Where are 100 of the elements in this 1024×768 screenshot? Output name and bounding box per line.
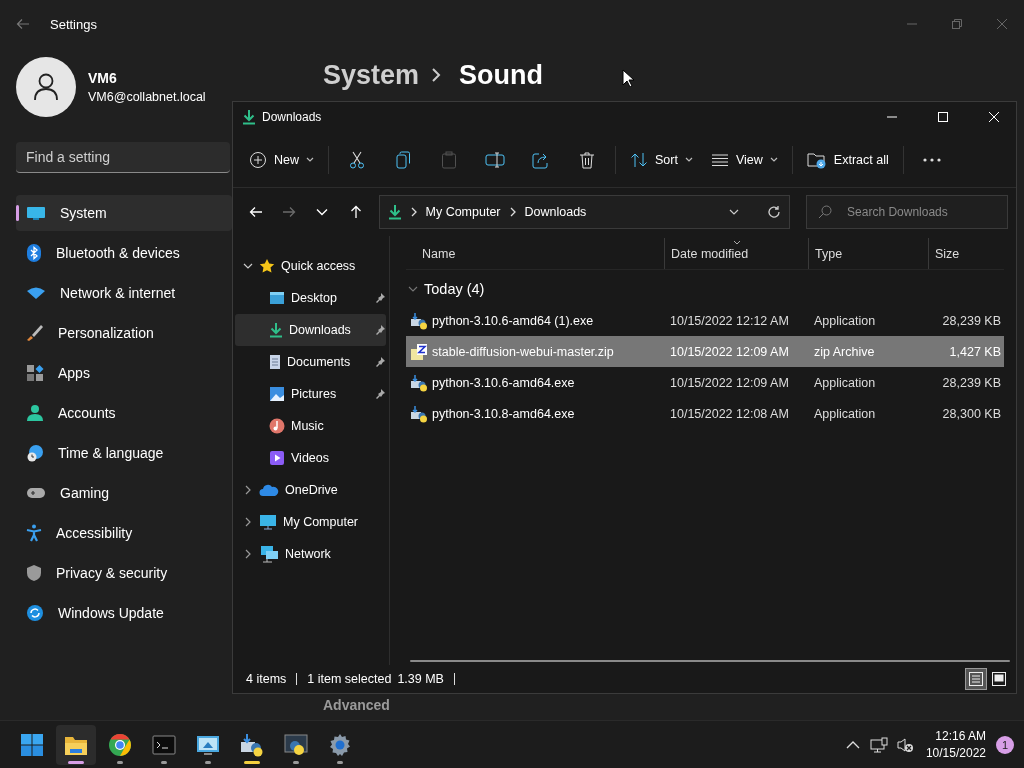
file-row[interactable]: python-3.10.6-amd64.exe 10/15/2022 12:09 AM Application 28,239 KB (406, 367, 1004, 398)
file-name: python-3.10.6-amd64.exe (432, 375, 575, 390)
tree-item[interactable]: Music (235, 410, 386, 442)
taskbar-button[interactable] (56, 724, 96, 765)
path-segment[interactable]: My Computer (425, 205, 501, 219)
desktop-icon (269, 291, 285, 305)
new-button[interactable]: New (241, 141, 322, 178)
browser-icon (108, 732, 132, 757)
clipboard-icon (441, 150, 457, 169)
gamepad-icon (26, 486, 46, 500)
tree-item[interactable]: Quick access (235, 250, 386, 282)
file-name: stable-diffusion-webui-master.zip (432, 344, 614, 359)
sidebar-item[interactable]: Accessibility (16, 515, 232, 551)
file-row[interactable]: stable-diffusion-webui-master.zip 10/15/2022 12:09 AM zip Archive 1,427 KB (406, 336, 1004, 367)
view-toggle[interactable] (965, 668, 987, 690)
column-header[interactable]: Size (928, 238, 1004, 269)
caret-icon (769, 156, 778, 163)
trash-icon (579, 150, 595, 169)
volume-muted-icon (895, 736, 914, 753)
sidebar-item[interactable]: Network & internet (16, 275, 232, 311)
minimize-icon (886, 116, 897, 118)
group-header[interactable]: Today (4) (406, 273, 1004, 305)
tree-item[interactable]: Pictures (235, 378, 386, 410)
up-arrow-icon (349, 205, 362, 219)
music-icon (269, 418, 285, 434)
sort-icon (630, 151, 648, 168)
search-icon (818, 205, 833, 219)
plus-icon (249, 150, 267, 169)
file-row[interactable]: python-3.10.6-amd64 (1).exe 10/15/2022 12:12 AM Application 28,239 KB (406, 305, 1004, 336)
view-button[interactable]: View (702, 141, 786, 178)
sidebar-item[interactable]: System (16, 195, 232, 231)
pin-icon (374, 324, 386, 336)
rename-icon (485, 151, 505, 168)
download-icon (387, 204, 402, 220)
type-cell-text: Application (813, 375, 877, 390)
refresh-icon (767, 205, 782, 219)
tree-item[interactable]: My Computer (235, 506, 386, 538)
scrollbar[interactable] (410, 660, 1010, 662)
caret-icon (684, 156, 693, 163)
chevron-up-icon (845, 740, 860, 749)
date-cell-text: 10/15/2022 12:09 AM (669, 344, 790, 359)
section-heading: Advanced (323, 697, 391, 713)
clock[interactable]: 12:16 AM 10/15/2022 (917, 727, 996, 762)
folder-extract-icon (806, 150, 827, 169)
shield-icon (26, 564, 42, 582)
update-icon (26, 604, 44, 622)
forward-arrow-icon (282, 206, 297, 218)
sidebar-item[interactable]: Gaming (16, 475, 232, 511)
picture-icon (269, 386, 285, 402)
chevron-icon (508, 207, 517, 217)
file-row[interactable]: python-3.10.8-amd64.exe 10/15/2022 12:08 AM Application 28,300 KB (406, 398, 1004, 429)
tree-item[interactable]: Network (235, 538, 386, 570)
tree-item[interactable]: Desktop (235, 282, 386, 314)
minimize-icon (906, 23, 917, 25)
sidebar-item[interactable]: Personalization (16, 315, 232, 351)
type-cell-text: zip Archive (813, 344, 876, 359)
monitor-icon (26, 205, 46, 221)
sidebar-item[interactable]: Windows Update (16, 595, 232, 631)
column-header[interactable]: Name (406, 238, 664, 269)
sidebar-item[interactable]: Privacy & security (16, 555, 232, 591)
tree-item[interactable]: OneDrive (235, 474, 386, 506)
installer-icon (410, 311, 428, 330)
column-header[interactable]: Type (808, 238, 928, 269)
sidebar-item[interactable]: Apps (16, 355, 232, 391)
close-icon (988, 112, 999, 122)
pin-icon (374, 356, 386, 368)
back-arrow-icon (248, 206, 263, 218)
tree-item[interactable]: Downloads (235, 314, 386, 346)
terminal-icon (152, 734, 176, 755)
installer-icon (240, 732, 264, 757)
list-view-icon (710, 152, 729, 167)
star-icon (259, 258, 275, 274)
caret-icon (306, 156, 314, 163)
sidebar-item[interactable]: Time & language (16, 435, 232, 471)
address-bar[interactable]: My Computer Downloads (378, 195, 791, 229)
maximize-icon (937, 112, 948, 122)
chevron-down-icon (729, 209, 740, 215)
page-title: Sound (458, 59, 544, 91)
notification-badge[interactable]: 1 (996, 735, 1014, 754)
sidebar-item[interactable]: Accounts (16, 395, 232, 431)
running-indicator (205, 760, 211, 764)
tree-item[interactable]: Documents (235, 346, 386, 378)
file-name: python-3.10.8-amd64.exe (432, 406, 575, 421)
expand-chevron-icon (243, 485, 253, 495)
column-header[interactable]: Date modified (664, 238, 808, 269)
sidebar-item[interactable]: Bluetooth & devices (16, 235, 232, 271)
expand-chevron-icon (408, 285, 418, 293)
tree-item[interactable]: Videos (235, 442, 386, 474)
sort-caret-icon (733, 240, 741, 245)
extract-button[interactable]: Extract all (798, 141, 897, 178)
path-segment[interactable]: Downloads (524, 205, 587, 219)
size-cell-text: 28,239 KB (941, 375, 1002, 390)
size-cell-text: 1,427 KB (948, 344, 1002, 359)
expand-chevron-icon (243, 517, 253, 527)
sort-button[interactable]: Sort (622, 141, 701, 178)
search-field[interactable]: Find a setting (16, 142, 230, 173)
search-field[interactable]: Search Downloads (806, 195, 1009, 229)
selection-size: 1.39 MB (397, 672, 444, 686)
details-view-icon (969, 672, 983, 686)
breadcrumb-parent[interactable]: System (323, 59, 420, 91)
